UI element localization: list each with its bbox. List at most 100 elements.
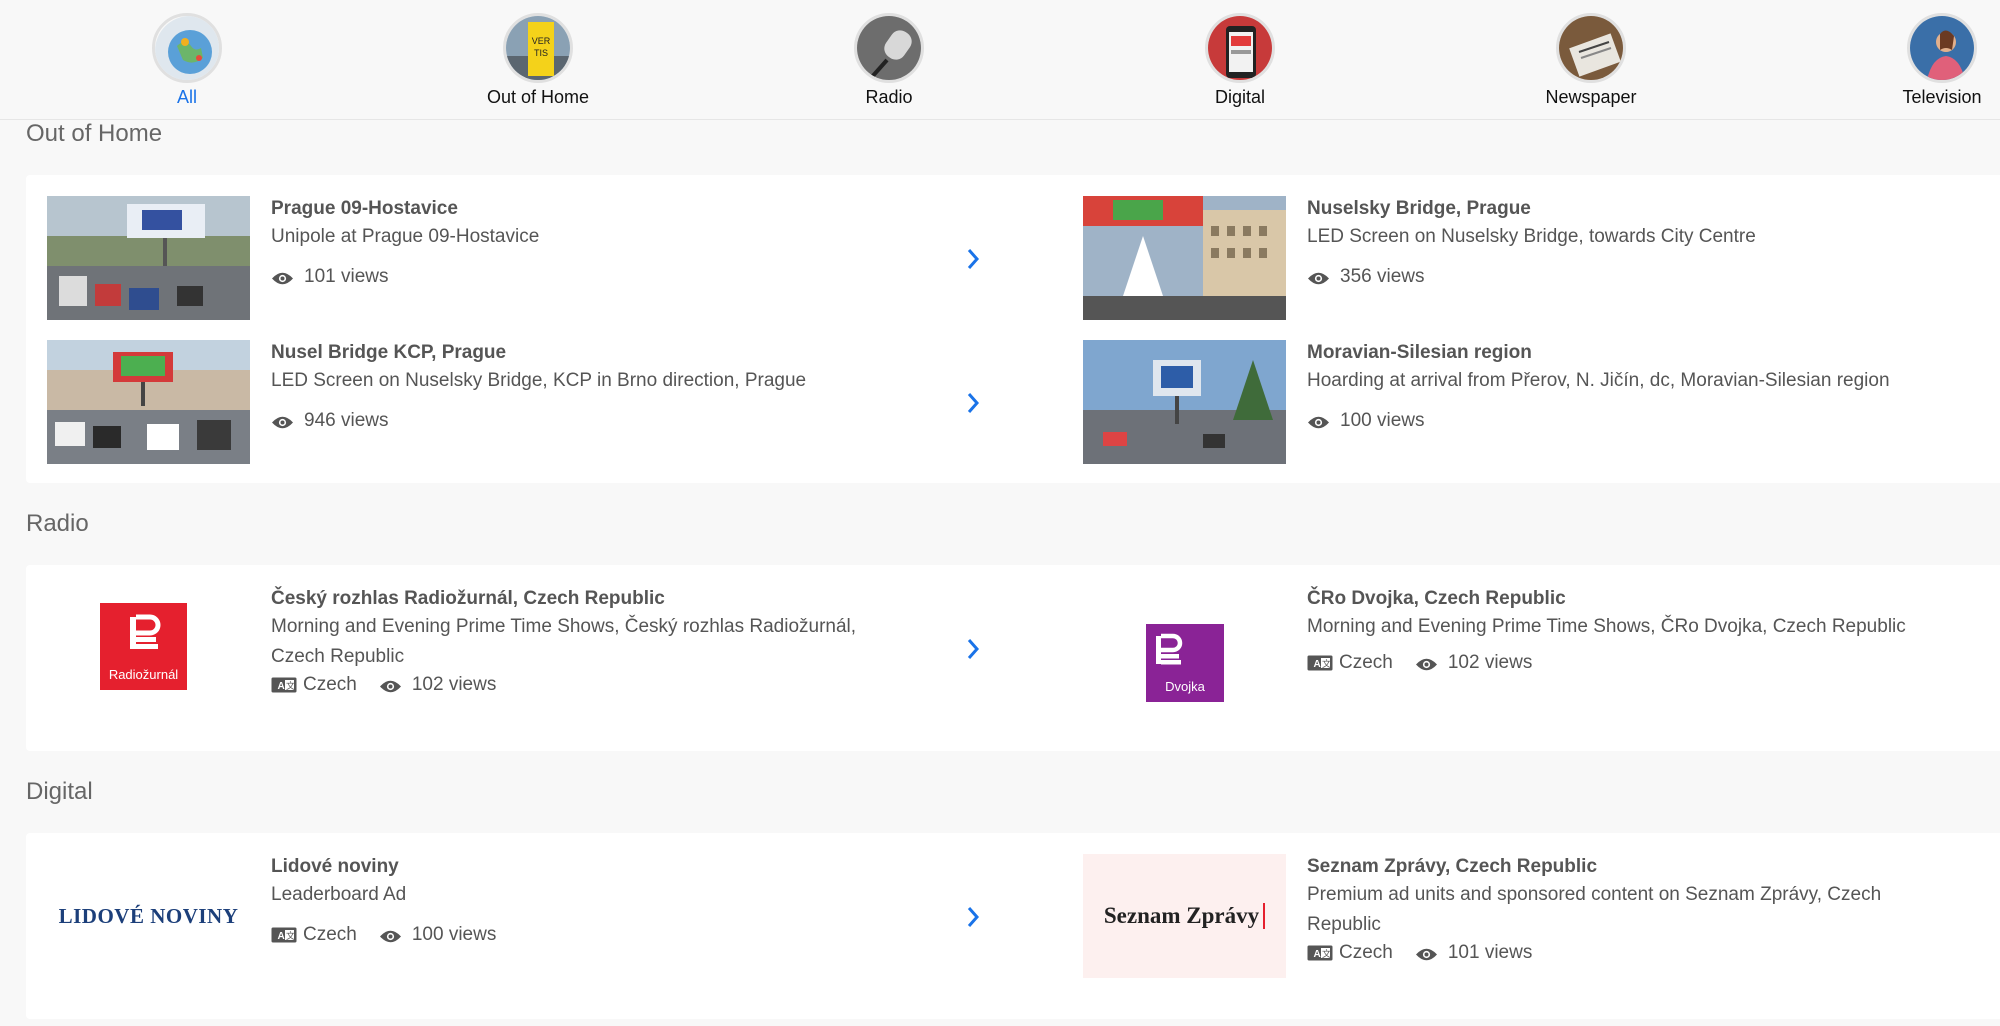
views-count: 100 views [411, 924, 497, 945]
out-of-home-panel: Prague 09-Hostavice Unipole at Prague 09… [26, 175, 2000, 483]
category-newspaper[interactable]: Newspaper [1491, 13, 1691, 108]
language-icon: A文 [1307, 655, 1333, 671]
radio-panel: Radiožurnál Český rozhlas Radiožurnál, C… [26, 565, 2000, 751]
item-meta: 946 views [271, 410, 911, 432]
list-item[interactable]: Nuselsky Bridge, Prague LED Screen on Nu… [1083, 196, 2000, 320]
chevron-right-icon[interactable] [965, 391, 981, 415]
views-count: 946 views [304, 410, 389, 431]
category-all[interactable]: All [87, 13, 287, 108]
category-out-of-home[interactable]: VER TIS Out of Home [438, 13, 638, 108]
category-label: All [176, 87, 197, 107]
item-description: Unipole at Prague 09-Hostavice [271, 226, 540, 247]
billboard-photo [1083, 340, 1286, 464]
category-label: Newspaper [1545, 87, 1637, 107]
logo-text: LIDOVÉ NOVINY [58, 903, 239, 928]
item-title: Český rozhlas Radiožurnál, Czech Republi… [271, 588, 665, 609]
category-television[interactable]: Television [1842, 13, 2000, 108]
category-radio[interactable]: Radio [789, 13, 989, 108]
svg-text:A: A [278, 681, 285, 692]
item-description: Leaderboard Ad [271, 884, 407, 905]
item-meta: 100 views [1307, 410, 1947, 432]
logo-text: Seznam Zprávy [1103, 903, 1260, 928]
list-item[interactable]: Seznam Zprávy Seznam Zprávy, Czech Repub… [1083, 854, 2000, 1004]
eye-icon [379, 928, 402, 943]
svg-text:文: 文 [286, 680, 295, 691]
logo-caption: Radiožurnál [108, 667, 179, 682]
item-description: Morning and Evening Prime Time Shows, Če… [271, 616, 857, 667]
views-count: 102 views [411, 674, 497, 695]
item-info: Nusel Bridge KCP, Prague LED Screen on N… [271, 340, 911, 432]
item-info: Lidové noviny Leaderboard Ad A文 Czech 10… [271, 854, 911, 946]
item-description: LED Screen on Nuselsky Bridge, KCP in Br… [271, 370, 807, 391]
item-title: ČRo Dvojka, Czech Republic [1307, 588, 1566, 609]
language-label: Czech [1339, 652, 1393, 673]
item-title: Prague 09-Hostavice [271, 198, 458, 219]
eye-icon [271, 414, 294, 429]
billboard-photo [1083, 196, 1286, 320]
item-info: Český rozhlas Radiožurnál, Czech Republi… [271, 586, 911, 696]
category-label: Radio [865, 87, 913, 107]
views-count: 102 views [1447, 652, 1533, 673]
item-meta: A文 Czech 100 views [271, 924, 911, 946]
svg-text:A: A [1314, 949, 1321, 960]
svg-text:TIS: TIS [534, 48, 548, 58]
list-item[interactable]: LIDOVÉ NOVINY Lidové noviny Leaderboard … [47, 854, 1007, 1004]
category-label: Digital [1214, 87, 1266, 107]
list-item[interactable]: Moravian-Silesian region Hoarding at arr… [1083, 340, 2000, 464]
views-count: 356 views [1340, 266, 1425, 287]
list-item[interactable]: Dvojka ČRo Dvojka, Czech Republic Mornin… [1083, 586, 2000, 736]
item-description: Premium ad units and sponsored content o… [1307, 884, 1882, 935]
svg-text:文: 文 [1322, 948, 1331, 959]
item-description: Hoarding at arrival from Přerov, N. Jičí… [1307, 370, 1890, 391]
eye-icon [379, 678, 402, 693]
cursor-mark [1263, 903, 1266, 929]
globe-icon [152, 13, 222, 83]
billboard-photo [47, 340, 250, 464]
category-digital[interactable]: Digital [1140, 13, 1340, 108]
microphone-icon [854, 13, 924, 83]
item-info: Nuselsky Bridge, Prague LED Screen on Nu… [1307, 196, 1947, 288]
list-item[interactable]: Nusel Bridge KCP, Prague LED Screen on N… [47, 340, 1007, 464]
category-label: Television [1902, 87, 1982, 107]
category-label: Out of Home [486, 87, 590, 107]
chevron-right-icon[interactable] [965, 905, 981, 929]
list-item[interactable]: Radiožurnál Český rozhlas Radiožurnál, C… [47, 586, 1007, 736]
chevron-right-icon[interactable] [965, 247, 981, 271]
item-info: Seznam Zprávy, Czech Republic Premium ad… [1307, 854, 1947, 964]
digital-panel: LIDOVÉ NOVINY Lidové noviny Leaderboard … [26, 833, 2000, 1019]
svg-text:文: 文 [286, 930, 295, 941]
list-item[interactable]: Prague 09-Hostavice Unipole at Prague 09… [47, 196, 1007, 320]
item-title: Lidové noviny [271, 856, 399, 877]
language-label: Czech [303, 924, 357, 945]
item-title: Nuselsky Bridge, Prague [1307, 198, 1531, 219]
item-description: Morning and Evening Prime Time Shows, ČR… [1307, 616, 1906, 637]
item-info: Moravian-Silesian region Hoarding at arr… [1307, 340, 1947, 432]
eye-icon [1307, 414, 1330, 429]
item-meta: A文 Czech 102 views [271, 674, 911, 696]
item-title: Seznam Zprávy, Czech Republic [1307, 856, 1598, 877]
logo-caption: Dvojka [1165, 679, 1205, 694]
item-title: Nusel Bridge KCP, Prague [271, 342, 507, 363]
views-count: 101 views [304, 266, 389, 287]
language-icon: A文 [1307, 945, 1333, 961]
newspaper-icon [1556, 13, 1626, 83]
radiozurnal-logo: Radiožurnál [100, 603, 187, 690]
chevron-right-icon[interactable] [965, 637, 981, 661]
eye-icon [271, 270, 294, 285]
svg-text:A: A [278, 931, 285, 942]
dvojka-logo: Dvojka [1146, 624, 1224, 702]
section-title-radio: Radio [26, 510, 89, 537]
language-icon: A文 [271, 677, 297, 693]
language-label: Czech [303, 674, 357, 695]
item-description: LED Screen on Nuselsky Bridge, towards C… [1307, 226, 1756, 247]
language-icon: A文 [271, 927, 297, 943]
svg-text:A: A [1314, 659, 1321, 670]
views-count: 100 views [1340, 410, 1425, 431]
eye-icon [1415, 946, 1438, 961]
billboard-photo [47, 196, 250, 320]
lidove-noviny-logo: LIDOVÉ NOVINY [47, 854, 250, 978]
item-meta: A文 Czech 101 views [1307, 942, 1947, 964]
eye-icon [1307, 270, 1330, 285]
eye-icon [1415, 656, 1438, 671]
smartphone-icon [1205, 13, 1275, 83]
